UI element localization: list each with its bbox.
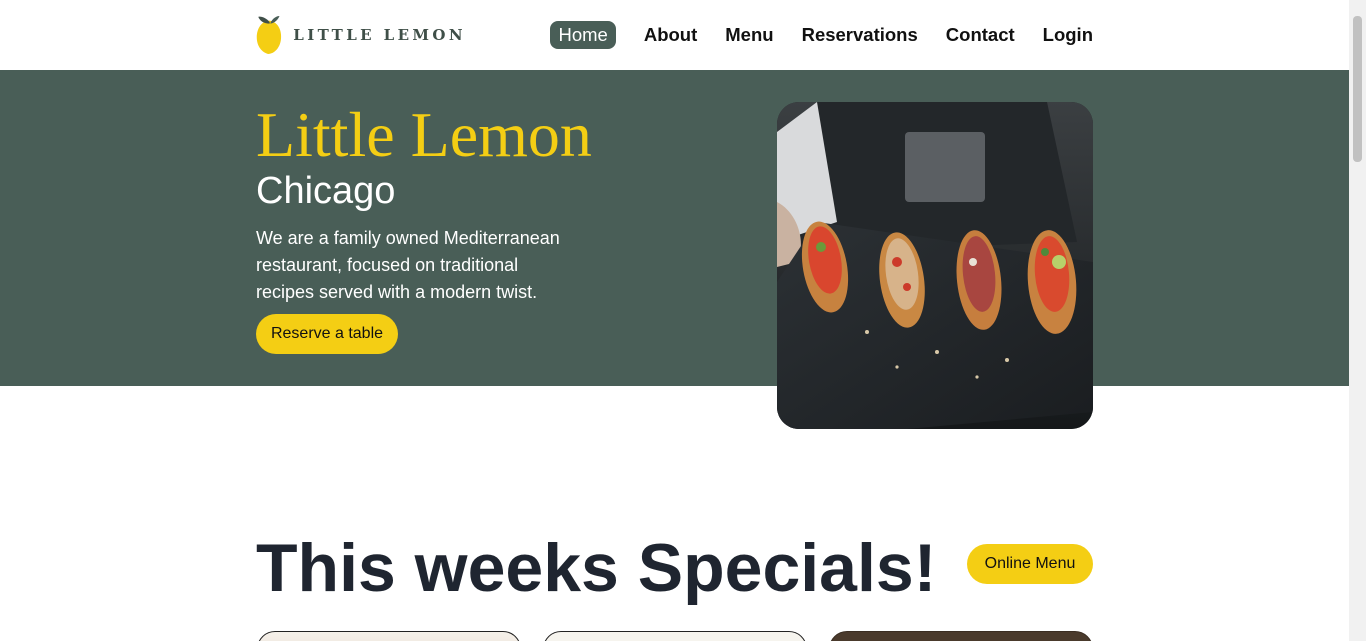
hero-section bbox=[0, 70, 1349, 386]
hero-subtitle: Chicago bbox=[256, 170, 396, 212]
special-card[interactable] bbox=[257, 631, 521, 641]
logo-wordmark: LITTLE LEMON bbox=[293, 26, 466, 44]
page: LITTLE LEMON Home About Menu Reservation… bbox=[0, 0, 1349, 641]
special-card[interactable] bbox=[829, 631, 1093, 641]
main-nav: Home About Menu Reservations Contact Log… bbox=[550, 21, 1093, 49]
nav-login[interactable]: Login bbox=[1043, 21, 1093, 49]
hero-description: We are a family owned Mediterranean rest… bbox=[256, 228, 560, 302]
special-card[interactable] bbox=[543, 631, 807, 641]
logo[interactable]: LITTLE LEMON bbox=[256, 8, 466, 62]
lemon-logo-icon bbox=[256, 16, 282, 54]
vertical-scrollbar[interactable] bbox=[1349, 0, 1366, 641]
reserve-table-button[interactable]: Reserve a table bbox=[256, 314, 398, 354]
online-menu-button[interactable]: Online Menu bbox=[967, 544, 1093, 584]
nav-reservations[interactable]: Reservations bbox=[802, 21, 918, 49]
hero-title: Little Lemon bbox=[256, 99, 592, 170]
nav-about[interactable]: About bbox=[644, 21, 697, 49]
nav-contact[interactable]: Contact bbox=[946, 21, 1015, 49]
nav-menu[interactable]: Menu bbox=[725, 21, 773, 49]
bruschetta-platter-illustration bbox=[777, 102, 1093, 429]
specials-heading: This weeks Specials! bbox=[256, 530, 937, 606]
site-header: LITTLE LEMON Home About Menu Reservation… bbox=[0, 0, 1349, 70]
hero-food-image bbox=[777, 102, 1093, 429]
scrollbar-thumb[interactable] bbox=[1353, 16, 1362, 162]
nav-home[interactable]: Home bbox=[550, 21, 616, 49]
